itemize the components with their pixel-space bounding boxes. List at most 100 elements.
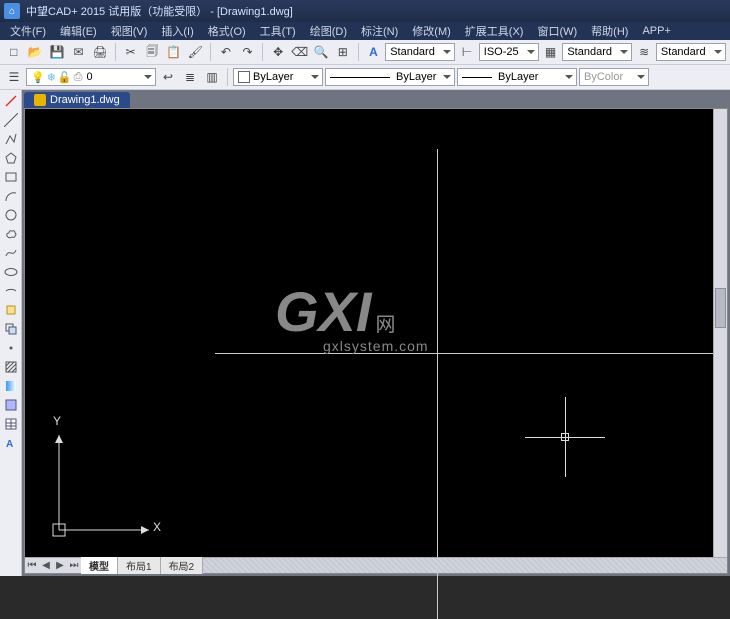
menu-insert[interactable]: 插入(I) [155,22,199,40]
watermark-big: GXI [275,280,371,343]
cut-button[interactable]: ✂ [121,42,141,62]
layer-manager-button[interactable]: ☰ [4,67,24,87]
lineweight-dropdown[interactable]: ByLayer [457,68,577,86]
separator [262,43,263,61]
new-button[interactable]: □ [4,42,24,62]
table-style-dropdown[interactable]: Standard [562,43,632,61]
layout-tab-filler [203,558,727,573]
menu-view[interactable]: 视图(V) [105,22,154,40]
lock-icon: 🔓 [58,71,72,84]
insert-block-tool[interactable] [2,301,20,319]
drawing-canvas[interactable]: GXI 网 gxlsystem.com [24,108,728,574]
color-value: ByLayer [253,71,293,83]
undo-button[interactable]: ↶ [216,42,236,62]
menu-draw[interactable]: 绘图(D) [304,22,353,40]
spline-tool[interactable] [2,244,20,262]
layout-nav-next[interactable]: ▶ [53,560,67,571]
mtext-tool[interactable]: A [2,434,20,452]
make-block-tool[interactable] [2,320,20,338]
zoom-button[interactable]: 🔍 [311,42,331,62]
region-tool[interactable] [2,396,20,414]
line-tool[interactable] [2,92,20,110]
layout-tab-2[interactable]: 布局2 [161,557,204,574]
document-tab-label: Drawing1.dwg [50,94,120,106]
zoom-ext-button[interactable]: ⊞ [333,42,353,62]
copy-button[interactable]: 🗐 [142,42,162,62]
watermark-small: 网 [375,314,395,336]
layout-nav-first[interactable]: ⏮ [25,560,39,571]
menu-bar: 文件(F) 编辑(E) 视图(V) 插入(I) 格式(O) 工具(T) 绘图(D… [0,22,730,40]
menu-edit[interactable]: 编辑(E) [54,22,103,40]
text-style-dropdown[interactable]: Standard [385,43,455,61]
rectangle-tool[interactable] [2,168,20,186]
circle-tool[interactable] [2,206,20,224]
xline-tool[interactable] [2,111,20,129]
separator [210,43,211,61]
arc-tool[interactable] [2,187,20,205]
table-tool[interactable] [2,415,20,433]
title-bar[interactable]: ⌂ 中望CAD+ 2015 试用版（功能受限） - [Drawing1.dwg] [0,0,730,22]
pline-tool[interactable] [2,130,20,148]
app-logo-icon: ⌂ [4,3,20,19]
mline-style-icon[interactable]: ≋ [634,42,654,62]
linetype-dropdown[interactable]: ByLayer [325,68,455,86]
menu-ext[interactable]: 扩展工具(X) [459,22,530,40]
redo-button[interactable]: ↷ [238,42,258,62]
menu-app[interactable]: APP+ [636,24,676,38]
layout-nav-prev[interactable]: ◀ [39,560,53,571]
matchprop-button[interactable]: 🖌 [186,42,206,62]
lineweight-preview-icon [462,77,492,78]
layer-states-button[interactable]: ≣ [180,67,200,87]
ellipse-tool[interactable] [2,263,20,281]
document-frame: Drawing1.dwg GXI 网 gxlsystem.com [22,90,730,576]
scrollbar-thumb[interactable] [715,288,726,328]
table-style-value: Standard [567,46,612,58]
drawing-icon [34,94,46,106]
vertical-scrollbar[interactable] [713,109,727,557]
save-button[interactable]: 💾 [47,42,67,62]
plotstyle-value: ByColor [584,71,623,83]
dim-style-dropdown[interactable]: ISO-25 [479,43,539,61]
ucs-icon: X Y [49,420,159,543]
menu-file[interactable]: 文件(F) [4,22,52,40]
erase-button[interactable]: ⌫ [290,42,310,62]
print-button[interactable]: 🖨 [90,42,110,62]
document-tab-active[interactable]: Drawing1.dwg [24,92,130,108]
layout-tab-1[interactable]: 布局1 [118,557,161,574]
layout-nav-last[interactable]: ⏭ [67,560,81,571]
document-tabs: Drawing1.dwg [24,90,728,108]
menu-help[interactable]: 帮助(H) [585,22,634,40]
ellipse-arc-tool[interactable] [2,282,20,300]
revcloud-tool[interactable] [2,225,20,243]
color-swatch-icon [238,71,250,83]
paste-button[interactable]: 📋 [164,42,184,62]
menu-format[interactable]: 格式(O) [202,22,252,40]
pan-button[interactable]: ✥ [268,42,288,62]
open-button[interactable]: 📂 [26,42,46,62]
polygon-tool[interactable] [2,149,20,167]
layer-toolbar: ☰ 💡 ❄ 🔓 ⎙ 0 ↩ ≣ ▥ ByLayer ByLayer ByLaye… [0,65,730,90]
point-tool[interactable] [2,339,20,357]
text-style-icon[interactable]: A [364,42,384,62]
svg-text:A: A [6,439,13,450]
menu-modify[interactable]: 修改(M) [406,22,457,40]
dim-style-icon[interactable]: ⊢ [457,42,477,62]
mail-button[interactable]: ✉ [69,42,89,62]
menu-dim[interactable]: 标注(N) [355,22,404,40]
hatch-tool[interactable] [2,358,20,376]
watermark: GXI 网 gxlsystem.com [275,279,429,354]
lineweight-value: ByLayer [498,71,538,83]
linetype-value: ByLayer [396,71,436,83]
layer-dropdown[interactable]: 💡 ❄ 🔓 ⎙ 0 [26,68,156,86]
menu-window[interactable]: 窗口(W) [531,22,583,40]
layer-iso-button[interactable]: ▥ [202,67,222,87]
layer-prev-button[interactable]: ↩ [158,67,178,87]
layout-tab-model[interactable]: 模型 [81,557,118,574]
menu-tools[interactable]: 工具(T) [254,22,302,40]
app-window: ⌂ 中望CAD+ 2015 试用版（功能受限） - [Drawing1.dwg]… [0,0,730,576]
plotstyle-dropdown[interactable]: ByColor [579,68,649,86]
color-dropdown[interactable]: ByLayer [233,68,323,86]
gradient-tool[interactable] [2,377,20,395]
table-style-icon[interactable]: ▦ [541,42,561,62]
mline-style-dropdown[interactable]: Standard [656,43,726,61]
